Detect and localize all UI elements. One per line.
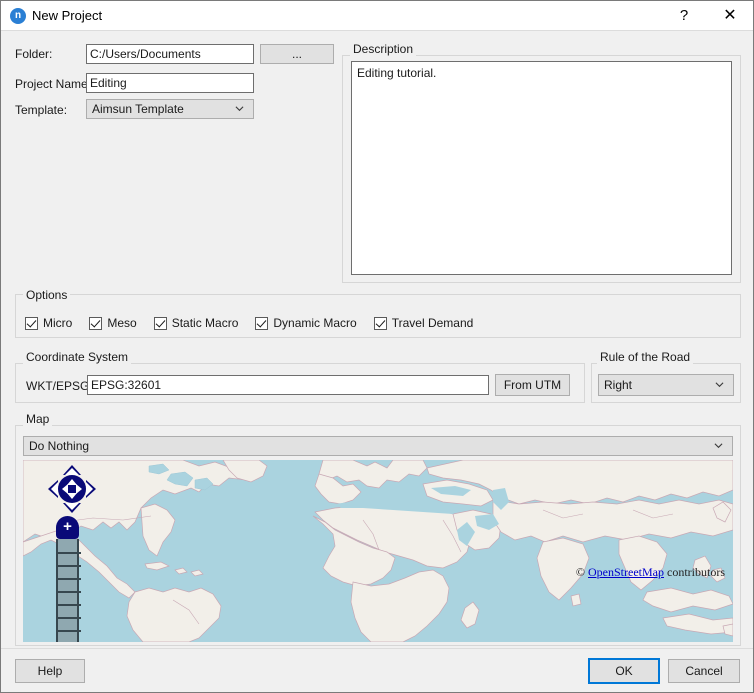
zoom-tick: [58, 565, 81, 567]
project-name-input[interactable]: [86, 73, 254, 93]
option-checkbox-meso[interactable]: Meso: [89, 316, 136, 330]
close-icon[interactable]: ✕: [707, 1, 753, 31]
attribution-suffix: contributors: [664, 565, 725, 579]
description-group-title: Description: [350, 42, 416, 56]
ok-button[interactable]: OK: [588, 658, 660, 684]
map-action-value: Do Nothing: [29, 439, 89, 453]
option-checkbox-travel-demand[interactable]: Travel Demand: [374, 316, 474, 330]
attribution-prefix: ©: [576, 565, 588, 579]
zoom-in-button[interactable]: +: [56, 516, 79, 539]
map-action-combobox[interactable]: Do Nothing: [23, 436, 733, 456]
checkbox-label: Static Macro: [172, 316, 239, 330]
zoom-tick: [58, 578, 81, 580]
checkbox-box[interactable]: [154, 317, 167, 330]
chevron-down-icon: [235, 104, 244, 113]
chevron-down-icon: [714, 441, 723, 450]
checkbox-label: Dynamic Macro: [273, 316, 356, 330]
rule-of-road-group-title: Rule of the Road: [597, 350, 693, 364]
wkt-epsg-label: WKT/EPSG:: [26, 379, 93, 393]
checkbox-box[interactable]: [374, 317, 387, 330]
zoom-tick: [58, 552, 81, 554]
checkbox-box[interactable]: [25, 317, 38, 330]
options-checkbox-row: Micro Meso Static Macro Dynamic Macro Travel…: [25, 315, 490, 331]
wkt-epsg-input[interactable]: [87, 375, 489, 395]
cancel-button[interactable]: Cancel: [668, 659, 740, 683]
browse-folder-button[interactable]: ...: [260, 44, 334, 64]
project-name-label: Project Name:: [15, 77, 91, 91]
map-group-title: Map: [23, 412, 52, 426]
option-checkbox-static-macro[interactable]: Static Macro: [154, 316, 239, 330]
title-bar: n New Project ? ✕: [1, 1, 753, 31]
map-pan-control[interactable]: [48, 465, 96, 513]
checkbox-box[interactable]: [255, 317, 268, 330]
new-project-dialog: n New Project ? ✕ Folder: ... Project Na…: [0, 0, 754, 693]
zoom-track[interactable]: [56, 539, 79, 642]
zoom-tick: [58, 604, 81, 606]
zoom-tick: [58, 630, 81, 632]
openstreetmap-link[interactable]: OpenStreetMap: [588, 565, 664, 579]
template-combobox[interactable]: Aimsun Template: [86, 99, 254, 119]
title-help-icon[interactable]: ?: [661, 1, 707, 31]
description-textarea[interactable]: [351, 61, 732, 275]
options-group-title: Options: [23, 288, 70, 302]
dialog-footer: Help OK Cancel: [1, 648, 753, 692]
rule-of-road-value: Right: [604, 378, 632, 392]
checkbox-label: Travel Demand: [392, 316, 474, 330]
template-combobox-value: Aimsun Template: [92, 102, 184, 116]
window-title: New Project: [32, 7, 102, 25]
rule-of-road-combobox[interactable]: Right: [598, 374, 734, 396]
world-map-graphic: [23, 460, 733, 642]
app-icon: n: [10, 8, 26, 24]
from-utm-button[interactable]: From UTM: [495, 374, 570, 396]
folder-label: Folder:: [15, 47, 52, 61]
checkbox-label: Meso: [107, 316, 136, 330]
zoom-tick: [58, 617, 81, 619]
map-viewport[interactable]: © OpenStreetMap contributors +: [23, 460, 733, 642]
folder-input[interactable]: [86, 44, 254, 64]
checkbox-box[interactable]: [89, 317, 102, 330]
option-checkbox-dynamic-macro[interactable]: Dynamic Macro: [255, 316, 356, 330]
checkbox-label: Micro: [43, 316, 72, 330]
osm-attribution: © OpenStreetMap contributors: [576, 565, 725, 580]
coordinate-system-group-title: Coordinate System: [23, 350, 131, 364]
chevron-down-icon: [715, 380, 724, 389]
template-label: Template:: [15, 103, 67, 117]
zoom-tick: [58, 591, 81, 593]
map-zoom-slider[interactable]: +: [56, 516, 79, 642]
help-button[interactable]: Help: [15, 659, 85, 683]
option-checkbox-micro[interactable]: Micro: [25, 316, 72, 330]
